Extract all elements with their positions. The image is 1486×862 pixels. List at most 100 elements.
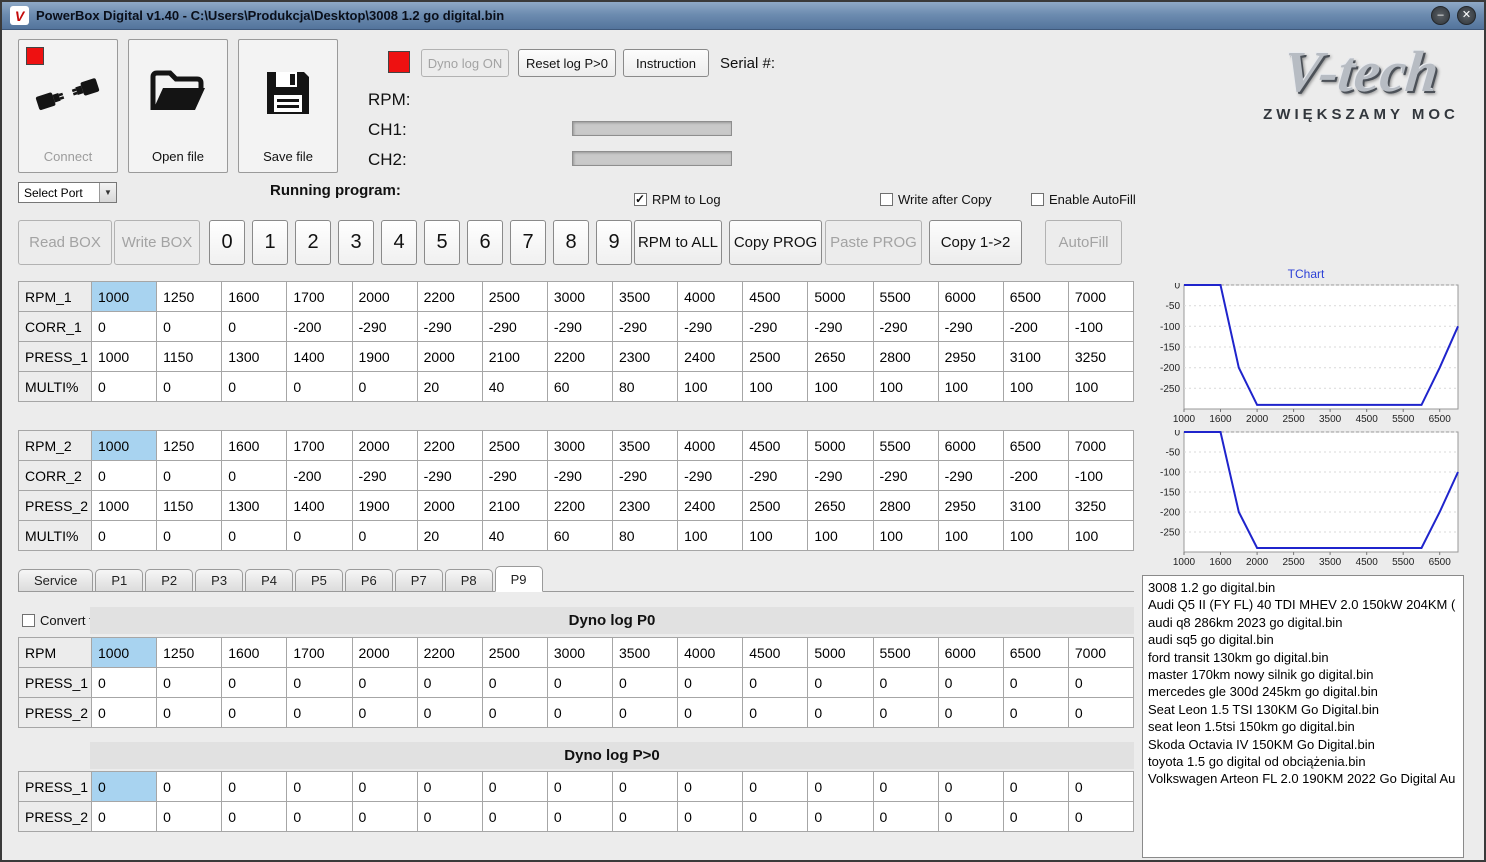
cell[interactable]: 0: [742, 697, 809, 728]
rpm-to-log-checkbox[interactable]: RPM to Log: [634, 192, 721, 207]
cell[interactable]: 2000: [416, 341, 483, 372]
cell[interactable]: 2000: [351, 637, 418, 668]
file-list-item[interactable]: audi sq5 go digital.bin: [1148, 631, 1458, 648]
file-list-item[interactable]: Seat Leon 1.5 TSI 130KM Go Digital.bin: [1148, 701, 1458, 718]
tab-p1[interactable]: P1: [95, 569, 144, 591]
cell[interactable]: 0: [872, 697, 939, 728]
cell[interactable]: 0: [221, 311, 288, 342]
cell[interactable]: -290: [807, 460, 874, 491]
tab-p6[interactable]: P6: [344, 569, 393, 591]
cell[interactable]: -290: [481, 460, 548, 491]
cell[interactable]: -200: [1002, 460, 1069, 491]
minimize-button[interactable]: –: [1431, 6, 1450, 25]
cell[interactable]: 2300: [611, 341, 679, 372]
cell[interactable]: 1250: [156, 430, 223, 461]
cell[interactable]: 1700: [286, 637, 353, 668]
cell[interactable]: 2100: [481, 490, 548, 521]
cell[interactable]: 0: [286, 697, 353, 728]
cell[interactable]: -200: [286, 311, 353, 342]
instruction-button[interactable]: Instruction: [623, 49, 709, 77]
cell[interactable]: 0: [90, 771, 158, 802]
cell[interactable]: 80: [611, 371, 679, 402]
cell[interactable]: -290: [611, 460, 679, 491]
cell[interactable]: 2500: [481, 281, 548, 312]
cell[interactable]: -290: [872, 460, 939, 491]
file-list-item[interactable]: Skoda Octavia IV 150KM Go Digital.bin: [1148, 736, 1458, 753]
cell[interactable]: 0: [742, 771, 809, 802]
cell[interactable]: 0: [1067, 771, 1135, 802]
cell[interactable]: 0: [351, 371, 418, 402]
cell[interactable]: 0: [156, 697, 223, 728]
cell[interactable]: 0: [351, 667, 418, 698]
cell[interactable]: 0: [1067, 667, 1135, 698]
cell[interactable]: -100: [1067, 311, 1135, 342]
cell[interactable]: 0: [546, 801, 614, 832]
cell[interactable]: 0: [286, 371, 353, 402]
cell[interactable]: 1150: [156, 490, 223, 521]
cell[interactable]: 2200: [546, 490, 614, 521]
digit-button-2[interactable]: 2: [295, 220, 331, 265]
cell[interactable]: -290: [351, 311, 418, 342]
cell[interactable]: 5000: [807, 637, 874, 668]
cell[interactable]: 0: [872, 801, 939, 832]
cell[interactable]: 100: [1067, 520, 1135, 551]
cell[interactable]: 2500: [742, 341, 809, 372]
cell[interactable]: 0: [156, 520, 223, 551]
file-list-item[interactable]: 3008 1.2 go digital.bin: [1148, 579, 1458, 596]
cell[interactable]: 100: [1002, 371, 1069, 402]
cell[interactable]: 1300: [221, 490, 288, 521]
cell[interactable]: -290: [351, 460, 418, 491]
cell[interactable]: 0: [221, 667, 288, 698]
cell[interactable]: 0: [1067, 801, 1135, 832]
cell[interactable]: -200: [286, 460, 353, 491]
cell[interactable]: 0: [677, 771, 744, 802]
cell[interactable]: 0: [90, 460, 158, 491]
cell[interactable]: 80: [611, 520, 679, 551]
reset-log-button[interactable]: Reset log P>0: [518, 49, 616, 77]
cell[interactable]: 0: [546, 771, 614, 802]
cell[interactable]: 0: [742, 667, 809, 698]
cell[interactable]: 3500: [611, 637, 679, 668]
cell[interactable]: 0: [481, 667, 548, 698]
cell[interactable]: 0: [611, 771, 679, 802]
cell[interactable]: 0: [90, 697, 158, 728]
cell[interactable]: 0: [807, 801, 874, 832]
copy-1-to-2-button[interactable]: Copy 1->2: [929, 220, 1022, 265]
cell[interactable]: 4500: [742, 281, 809, 312]
cell[interactable]: 5000: [807, 430, 874, 461]
cell[interactable]: 2200: [416, 430, 483, 461]
cell[interactable]: 0: [807, 697, 874, 728]
cell[interactable]: 2200: [416, 637, 483, 668]
cell[interactable]: 1000: [90, 281, 158, 312]
cell[interactable]: -290: [546, 311, 614, 342]
close-button[interactable]: ✕: [1457, 6, 1476, 25]
cell[interactable]: 1600: [221, 637, 288, 668]
enable-autofill-checkbox[interactable]: Enable AutoFill: [1031, 192, 1136, 207]
cell[interactable]: 3250: [1067, 341, 1135, 372]
cell[interactable]: 6000: [937, 637, 1004, 668]
cell[interactable]: 3000: [546, 637, 614, 668]
cell[interactable]: 7000: [1067, 281, 1135, 312]
digit-button-6[interactable]: 6: [467, 220, 503, 265]
cell[interactable]: 0: [416, 771, 483, 802]
cell[interactable]: 0: [937, 697, 1004, 728]
write-box-button[interactable]: Write BOX: [114, 220, 200, 265]
cell[interactable]: 100: [807, 520, 874, 551]
cell[interactable]: 2650: [807, 341, 874, 372]
cell[interactable]: 100: [742, 371, 809, 402]
cell[interactable]: 1600: [221, 281, 288, 312]
cell[interactable]: 0: [546, 697, 614, 728]
cell[interactable]: 60: [546, 520, 614, 551]
cell[interactable]: 2500: [481, 637, 548, 668]
cell[interactable]: 0: [90, 311, 158, 342]
cell[interactable]: 100: [937, 371, 1004, 402]
cell[interactable]: 0: [1002, 771, 1069, 802]
file-list-item[interactable]: seat leon 1.5tsi 150km go digital.bin: [1148, 718, 1458, 735]
digit-button-9[interactable]: 9: [596, 220, 632, 265]
cell[interactable]: 0: [1002, 667, 1069, 698]
cell[interactable]: 0: [351, 520, 418, 551]
cell[interactable]: 2950: [937, 341, 1004, 372]
dyno-log-on-button[interactable]: Dyno log ON: [421, 49, 509, 77]
cell[interactable]: 7000: [1067, 637, 1135, 668]
write-after-copy-checkbox[interactable]: Write after Copy: [880, 192, 992, 207]
